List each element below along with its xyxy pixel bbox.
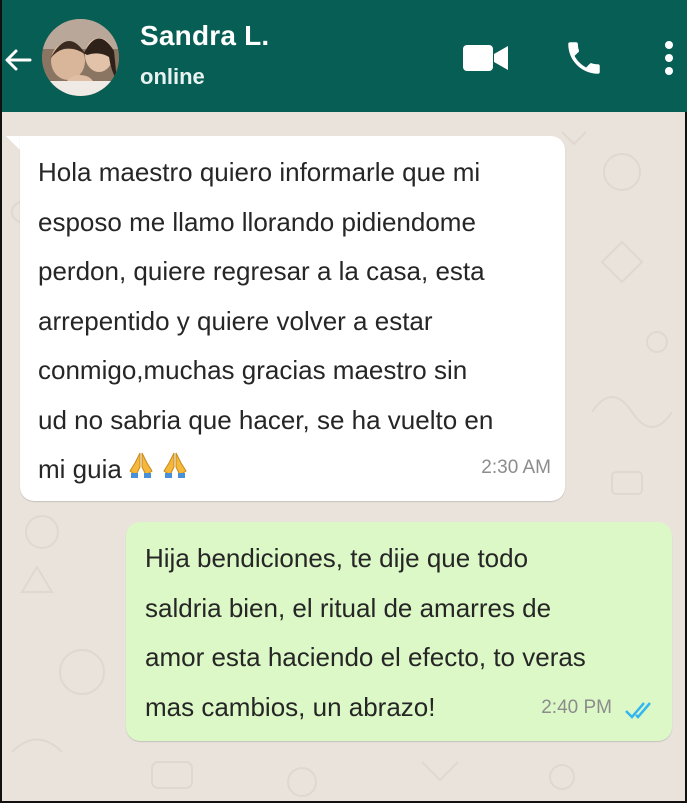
contact-photo <box>42 19 119 96</box>
praying-hands-icon <box>126 446 156 496</box>
video-call-button[interactable] <box>460 36 512 80</box>
praying-hands-icon <box>160 446 190 496</box>
outgoing-message[interactable]: Hija bendiciones, te dije que todo saldr… <box>126 522 672 741</box>
back-button[interactable] <box>2 40 34 80</box>
back-arrow-icon <box>5 49 32 71</box>
more-options-icon <box>665 41 673 75</box>
chat-header: Sandra L. online <box>2 0 687 112</box>
contact-status: online <box>140 64 205 89</box>
chat-window: Sandra L. online Hola maestro quiero inf… <box>0 0 687 803</box>
message-time: 2:40 PM <box>541 697 612 718</box>
avatar[interactable] <box>42 19 119 96</box>
double-check-icon <box>625 702 651 719</box>
voice-call-button[interactable] <box>558 36 610 80</box>
incoming-message[interactable]: Hola maestro quiero informarle que mi es… <box>20 136 565 501</box>
message-text: Hola maestro quiero informarle que mi es… <box>38 157 494 484</box>
phone-icon <box>568 42 600 74</box>
video-call-icon <box>463 45 508 71</box>
contact-name[interactable]: Sandra L. <box>140 20 269 52</box>
more-options-button[interactable] <box>656 36 682 80</box>
message-time: 2:30 AM <box>481 457 551 478</box>
